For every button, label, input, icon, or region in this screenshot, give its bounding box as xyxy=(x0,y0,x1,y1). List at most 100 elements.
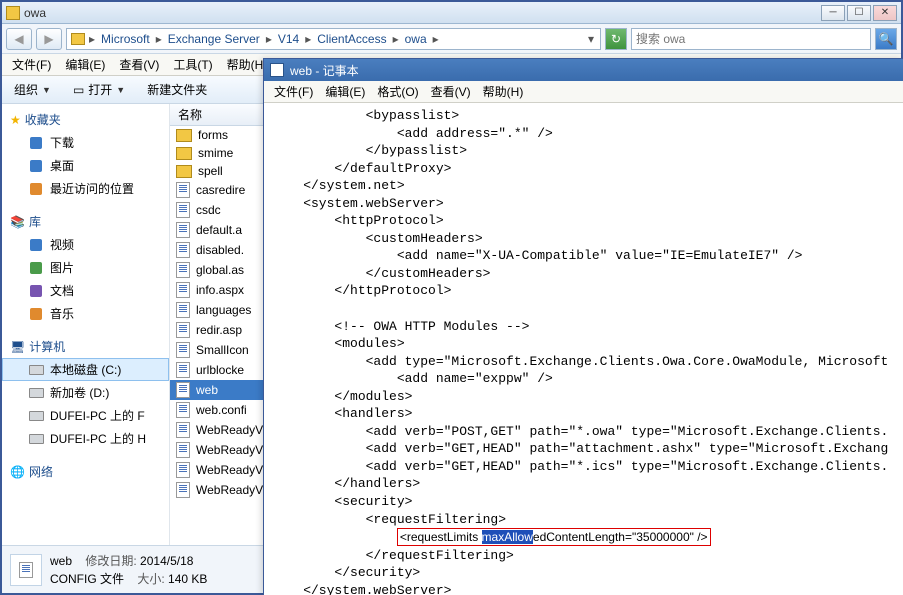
chevron-down-icon[interactable]: ▾ xyxy=(586,32,596,46)
list-item-label: web.confi xyxy=(196,403,247,417)
folder-icon xyxy=(176,165,192,178)
file-icon xyxy=(176,242,190,258)
nav-dufei-h[interactable]: DUFEI-PC 上的 H xyxy=(2,427,169,450)
breadcrumb-seg[interactable]: ClientAccess xyxy=(315,32,388,46)
list-item-label: global.as xyxy=(196,263,244,277)
nav-music[interactable]: 音乐 xyxy=(2,302,169,325)
folder-icon xyxy=(71,33,85,45)
list-item-label: spell xyxy=(198,164,223,178)
notepad-titlebar[interactable]: web - 记事本 xyxy=(264,59,903,81)
folder-icon xyxy=(6,6,20,20)
np-menu-format[interactable]: 格式(O) xyxy=(371,81,424,102)
menu-file[interactable]: 文件(F) xyxy=(6,54,57,75)
nav-computer[interactable]: 🖥计算机 xyxy=(2,335,169,358)
search-input[interactable] xyxy=(636,32,866,46)
nav-documents[interactable]: 文档 xyxy=(2,279,169,302)
list-item-label: forms xyxy=(198,128,228,142)
file-icon xyxy=(176,382,190,398)
search-button[interactable]: 🔍 xyxy=(875,28,897,50)
open-button[interactable]: ▭ 打开▼ xyxy=(67,78,131,101)
np-menu-view[interactable]: 查看(V) xyxy=(425,81,477,102)
network-icon: 🌐 xyxy=(10,465,25,479)
list-item-label: casredire xyxy=(196,183,245,197)
file-icon xyxy=(176,482,190,498)
desktop-icon xyxy=(30,160,42,172)
nav-library[interactable]: 📚库 xyxy=(2,210,169,233)
file-icon xyxy=(176,442,190,458)
minimize-button[interactable]: ─ xyxy=(821,5,845,21)
drive-icon xyxy=(29,388,44,398)
back-button[interactable]: ◀ xyxy=(6,28,32,50)
list-item-label: WebReadyV xyxy=(196,423,263,437)
nav-downloads[interactable]: 下载 xyxy=(2,131,169,154)
status-type: CONFIG 文件 xyxy=(50,572,124,586)
notepad-icon xyxy=(270,63,284,77)
breadcrumb-seg[interactable]: Microsoft xyxy=(99,32,152,46)
download-icon xyxy=(30,137,42,149)
nav-dufei-f[interactable]: DUFEI-PC 上的 F xyxy=(2,404,169,427)
list-item-label: WebReadyV xyxy=(196,463,263,477)
video-icon xyxy=(30,239,42,251)
list-item-label: web xyxy=(196,383,218,397)
menu-tools[interactable]: 工具(T) xyxy=(167,54,218,75)
list-item-label: disabled. xyxy=(196,243,244,257)
organize-button[interactable]: 组织▼ xyxy=(8,78,57,101)
nav-favorites[interactable]: ★收藏夹 xyxy=(2,108,169,131)
folder-icon xyxy=(176,129,192,142)
breadcrumb-seg[interactable]: owa xyxy=(403,32,429,46)
np-menu-file[interactable]: 文件(F) xyxy=(268,81,319,102)
file-icon xyxy=(176,362,190,378)
breadcrumb-seg[interactable]: Exchange Server xyxy=(166,32,262,46)
notepad-menubar: 文件(F) 编辑(E) 格式(O) 查看(V) 帮助(H) xyxy=(264,81,903,103)
menu-edit[interactable]: 编辑(E) xyxy=(59,54,111,75)
file-icon xyxy=(176,462,190,478)
refresh-button[interactable]: ↻ xyxy=(605,28,627,50)
list-item-label: default.a xyxy=(196,223,242,237)
file-icon xyxy=(176,342,190,358)
file-icon xyxy=(176,322,190,338)
explorer-titlebar[interactable]: owa ─ ☐ ✕ xyxy=(2,2,901,24)
nav-network[interactable]: 🌐网络 xyxy=(2,460,169,483)
drive-icon xyxy=(29,365,44,375)
file-icon xyxy=(176,262,190,278)
picture-icon xyxy=(30,262,42,274)
breadcrumb-seg[interactable]: V14 xyxy=(276,32,301,46)
breadcrumb[interactable]: ▸ Microsoft▸ Exchange Server▸ V14▸ Clien… xyxy=(66,28,601,50)
list-item-label: urlblocke xyxy=(196,363,244,377)
nav-recent[interactable]: 最近访问的位置 xyxy=(2,177,169,200)
maximize-button[interactable]: ☐ xyxy=(847,5,871,21)
np-menu-edit[interactable]: 编辑(E) xyxy=(319,81,371,102)
new-folder-button[interactable]: 新建文件夹 xyxy=(141,78,213,101)
status-name: web xyxy=(50,554,72,568)
file-icon xyxy=(176,302,190,318)
nav-localdisk[interactable]: 本地磁盘 (C:) xyxy=(2,358,169,381)
computer-icon: 🖥 xyxy=(10,340,25,354)
window-title: owa xyxy=(24,6,821,20)
notepad-content[interactable]: <bypasslist> <add address=".*" /> </bypa… xyxy=(264,103,903,595)
file-icon xyxy=(176,402,190,418)
recent-icon xyxy=(30,183,42,195)
np-menu-help[interactable]: 帮助(H) xyxy=(477,81,530,102)
file-icon xyxy=(10,554,42,586)
list-item-label: info.aspx xyxy=(196,283,244,297)
drive-icon xyxy=(29,434,44,444)
address-bar: ◀ ▶ ▸ Microsoft▸ Exchange Server▸ V14▸ C… xyxy=(2,24,901,54)
close-button[interactable]: ✕ xyxy=(873,5,897,21)
menu-view[interactable]: 查看(V) xyxy=(113,54,165,75)
forward-button[interactable]: ▶ xyxy=(36,28,62,50)
drive-icon xyxy=(29,411,44,421)
list-item-label: languages xyxy=(196,303,251,317)
nav-videos[interactable]: 视频 xyxy=(2,233,169,256)
nav-newvol[interactable]: 新加卷 (D:) xyxy=(2,381,169,404)
nav-pictures[interactable]: 图片 xyxy=(2,256,169,279)
music-icon xyxy=(30,308,42,320)
nav-pane: ★收藏夹 下载 桌面 最近访问的位置 📚库 视频 图片 文档 音乐 🖥计算机 本… xyxy=(2,104,170,545)
folder-icon xyxy=(176,147,192,160)
list-item-label: SmallIcon xyxy=(196,343,249,357)
nav-desktop[interactable]: 桌面 xyxy=(2,154,169,177)
search-box[interactable] xyxy=(631,28,871,50)
file-icon xyxy=(176,422,190,438)
list-item-label: smime xyxy=(198,146,233,160)
file-icon xyxy=(176,202,190,218)
file-icon xyxy=(176,182,190,198)
